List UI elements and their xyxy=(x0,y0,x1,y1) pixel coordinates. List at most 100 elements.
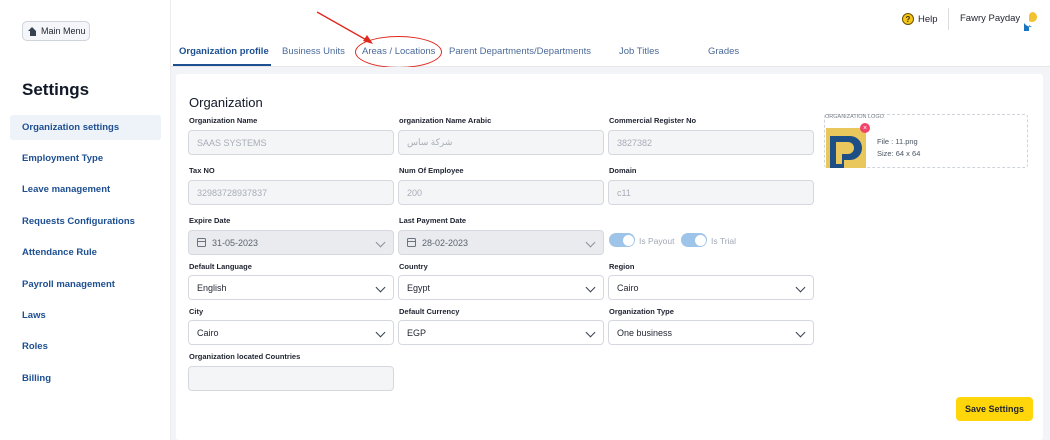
org-type-select[interactable]: One business xyxy=(608,320,814,345)
active-tab-indicator xyxy=(173,64,271,66)
help-link[interactable]: ? Help xyxy=(902,13,938,25)
tax-no-value: 32983728937837 xyxy=(197,187,268,198)
sidebar-item-payroll-management[interactable]: Payroll management xyxy=(10,272,161,297)
sidebar-item-label: Payroll management xyxy=(22,279,115,290)
calendar-icon xyxy=(197,238,206,247)
org-name-label: Organization Name xyxy=(189,116,258,125)
sidebar-item-employment-type[interactable]: Employment Type xyxy=(10,146,161,171)
logo-file-name: File : 11.png xyxy=(877,137,918,146)
company-name: Fawry Payday xyxy=(960,13,1021,24)
logo-thumbnail xyxy=(826,128,866,168)
sidebar-item-leave-management[interactable]: Leave management xyxy=(10,177,161,202)
default-language-label: Default Language xyxy=(189,262,252,271)
sidebar-item-requests-configurations[interactable]: Requests Configurations xyxy=(10,209,161,234)
tab-organization-profile[interactable]: Organization profile xyxy=(179,46,269,57)
sidebar-item-label: Employment Type xyxy=(22,153,104,164)
logo-file-size: Size: 64 x 64 xyxy=(877,149,921,158)
main-menu-label: Main Menu xyxy=(41,26,86,36)
region-label: Region xyxy=(609,262,635,271)
remove-logo-icon[interactable]: × xyxy=(860,123,870,133)
sidebar-item-billing[interactable]: Billing xyxy=(10,366,161,391)
help-label: Help xyxy=(918,13,938,25)
org-type-label: Organization Type xyxy=(609,307,674,316)
company-logo xyxy=(1024,7,1042,31)
country-label: Country xyxy=(399,262,428,271)
commercial-register-label: Commercial Register No xyxy=(609,116,697,125)
default-currency-select[interactable]: EGP xyxy=(398,320,604,345)
tab-parent-departments[interactable]: Parent Departments/Departments xyxy=(449,46,591,57)
domain-value: c11 xyxy=(617,187,631,198)
num-employee-label: Num Of Employee xyxy=(399,166,464,175)
chevron-down-icon xyxy=(795,282,806,293)
expire-date-picker[interactable]: 31-05-2023 xyxy=(188,230,394,255)
default-language-value: English xyxy=(197,282,227,293)
logo-box-label: ORGANIZATION LOGO xyxy=(825,114,884,120)
num-employee-field[interactable]: 200 xyxy=(398,180,604,205)
city-select[interactable]: Cairo xyxy=(188,320,394,345)
header-divider xyxy=(948,8,949,30)
sidebar-item-label: Roles xyxy=(22,341,48,352)
annotation-circle xyxy=(355,36,442,68)
section-title: Organization xyxy=(189,95,263,110)
sidebar: Main Menu Settings Organization settings… xyxy=(0,0,171,440)
org-name-arabic-label: organization Name Arabic xyxy=(399,116,492,125)
region-value: Cairo xyxy=(617,282,639,293)
chevron-down-icon xyxy=(375,282,386,293)
region-select[interactable]: Cairo xyxy=(608,275,814,300)
sidebar-item-label: Billing xyxy=(22,373,52,384)
chevron-down-icon xyxy=(585,282,596,293)
default-language-select[interactable]: English xyxy=(188,275,394,300)
commercial-register-value: 3827382 xyxy=(617,137,653,148)
domain-field[interactable]: c11 xyxy=(608,180,814,205)
sidebar-item-organization-settings[interactable]: Organization settings xyxy=(10,115,161,140)
chevron-down-icon xyxy=(585,327,596,338)
main-menu-button[interactable]: Main Menu xyxy=(22,21,90,41)
sidebar-item-laws[interactable]: Laws xyxy=(10,303,161,328)
page-title: Settings xyxy=(22,80,90,99)
sidebar-item-label: Requests Configurations xyxy=(22,216,135,227)
home-icon xyxy=(28,26,37,36)
org-name-arabic-value: شركة ساس xyxy=(407,137,453,147)
sidebar-item-roles[interactable]: Roles xyxy=(10,334,161,359)
last-payment-label: Last Payment Date xyxy=(399,216,467,225)
chevron-down-icon xyxy=(585,237,596,248)
is-trial-label: Is Trial xyxy=(711,236,737,246)
default-currency-label: Default Currency xyxy=(399,307,460,316)
org-name-arabic-field[interactable]: شركة ساس xyxy=(398,130,604,155)
located-countries-label: Organization located Countries xyxy=(189,352,301,361)
city-label: City xyxy=(189,307,204,316)
domain-label: Domain xyxy=(609,166,637,175)
is-trial-toggle[interactable] xyxy=(681,233,707,247)
org-name-value: SAAS SYSTEMS xyxy=(197,137,267,148)
chevron-down-icon xyxy=(795,327,806,338)
sidebar-item-label: Laws xyxy=(22,310,46,321)
tax-no-field[interactable]: 32983728937837 xyxy=(188,180,394,205)
org-type-value: One business xyxy=(617,327,673,338)
is-payout-label: Is Payout xyxy=(639,236,675,246)
save-settings-button[interactable]: Save Settings xyxy=(956,397,1033,421)
tab-grades[interactable]: Grades xyxy=(708,46,739,57)
located-countries-field[interactable] xyxy=(188,366,394,391)
sidebar-item-label: Organization settings xyxy=(22,122,120,133)
expire-date-value: 31-05-2023 xyxy=(212,237,259,248)
sidebar-item-label: Leave management xyxy=(22,184,111,195)
country-select[interactable]: Egypt xyxy=(398,275,604,300)
num-employee-value: 200 xyxy=(407,187,423,198)
calendar-icon xyxy=(407,238,416,247)
help-icon: ? xyxy=(902,13,914,25)
country-value: Egypt xyxy=(407,282,431,293)
commercial-register-field[interactable]: 3827382 xyxy=(608,130,814,155)
expire-date-label: Expire Date xyxy=(189,216,231,225)
last-payment-value: 28-02-2023 xyxy=(422,237,469,248)
sidebar-item-attendance-rule[interactable]: Attendance Rule xyxy=(10,240,161,265)
tax-no-label: Tax NO xyxy=(189,166,215,175)
chevron-down-icon xyxy=(375,327,386,338)
sidebar-item-label: Attendance Rule xyxy=(22,247,97,258)
chevron-down-icon xyxy=(375,237,386,248)
tab-bar: Organization profile Business Units Area… xyxy=(171,40,1050,67)
tab-job-titles[interactable]: Job Titles xyxy=(619,46,659,57)
default-currency-value: EGP xyxy=(407,327,427,338)
org-name-field[interactable]: SAAS SYSTEMS xyxy=(188,130,394,155)
last-payment-picker[interactable]: 28-02-2023 xyxy=(398,230,604,255)
is-payout-toggle[interactable] xyxy=(609,233,635,247)
